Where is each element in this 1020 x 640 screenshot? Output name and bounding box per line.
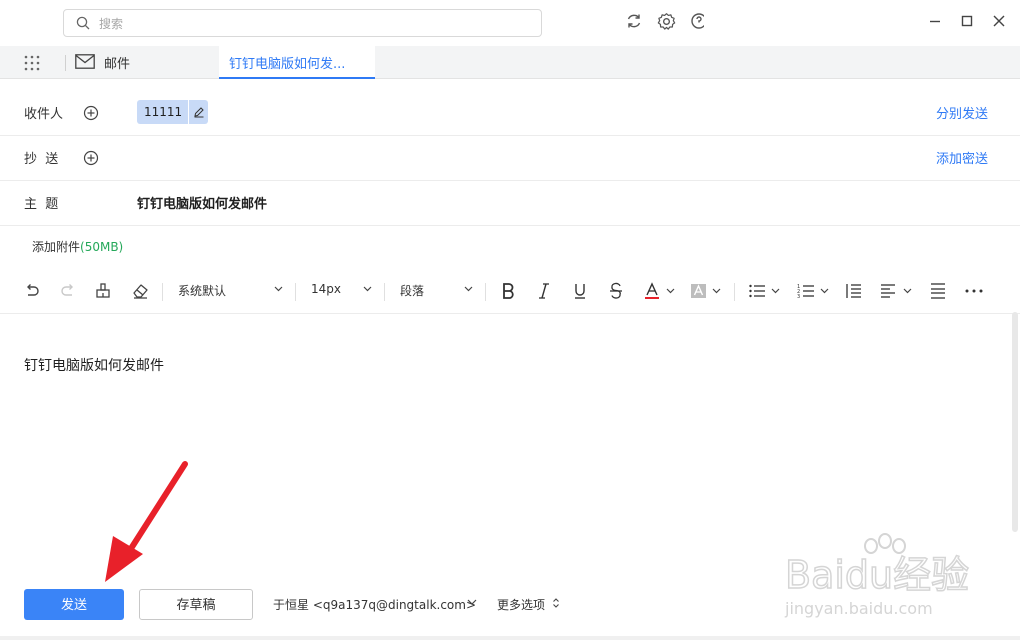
add-cc-icon[interactable]: [83, 150, 99, 166]
minimize-icon[interactable]: [926, 12, 944, 30]
red-arrow-annotation: [105, 461, 188, 582]
paragraph-select[interactable]: 段落: [400, 282, 474, 299]
updown-chevron-icon[interactable]: [552, 597, 560, 609]
footer-divider: [0, 636, 1020, 640]
toolbar-divider: [384, 283, 385, 301]
format-painter-icon[interactable]: [95, 281, 111, 301]
add-attachment-label: 添加附件: [32, 240, 81, 254]
maximize-icon[interactable]: [958, 12, 976, 30]
add-bcc-link[interactable]: 添加密送: [936, 148, 988, 167]
separate-send-link[interactable]: 分别发送: [936, 103, 988, 122]
close-icon[interactable]: [990, 12, 1008, 30]
send-button[interactable]: 发送: [24, 589, 124, 620]
italic-icon[interactable]: [536, 281, 552, 301]
help-icon[interactable]: [690, 12, 704, 32]
strikethrough-icon[interactable]: [608, 281, 624, 301]
numbered-list-icon[interactable]: 123: [797, 281, 831, 301]
tab-compose[interactable]: 钉钉电脑版如何发...: [219, 46, 375, 79]
toolbar-divider: [162, 283, 163, 301]
tab-mail-label: 邮件: [104, 57, 131, 72]
tab-bar: 邮件 钉钉电脑版如何发...: [0, 46, 1020, 79]
font-color-picker[interactable]: [644, 281, 678, 301]
attachment-size-limit: (50MB): [80, 240, 124, 254]
baidu-watermark-logo: Baidu经验 jingyan.baidu.com: [784, 533, 970, 618]
chevron-down-icon: [464, 286, 473, 292]
edit-icon[interactable]: [188, 100, 208, 124]
more-icon[interactable]: [964, 281, 984, 301]
chevron-down-icon: [274, 286, 283, 292]
paragraph-value: 段落: [400, 284, 425, 298]
align-icon[interactable]: [880, 281, 914, 301]
sender-select[interactable]: 于恒星 <q9a137q@dingtalk.com>: [273, 596, 476, 613]
apps-grid-icon[interactable]: [23, 54, 41, 76]
font-size-select[interactable]: 14px: [311, 282, 373, 296]
add-attachment-link[interactable]: 添加附件(50MB): [32, 238, 123, 255]
to-label: 收件人: [24, 107, 64, 122]
title-bar: 搜索: [0, 0, 1020, 46]
search-box[interactable]: 搜索: [63, 9, 542, 37]
subject-label: 主 题: [24, 197, 59, 212]
toolbar-divider: [734, 283, 735, 301]
indent-icon[interactable]: [845, 281, 863, 301]
editor-toolbar: 系统默认 14px 段落 123: [0, 268, 1020, 314]
svg-text:3: 3: [797, 294, 800, 300]
add-recipient-icon[interactable]: [83, 105, 99, 121]
save-draft-button[interactable]: 存草稿: [139, 589, 253, 620]
email-body[interactable]: 钉钉电脑版如何发邮件: [24, 355, 164, 375]
scrollbar[interactable]: [1012, 312, 1018, 532]
mail-icon: [75, 54, 95, 69]
watermark-brand: Baidu经验: [785, 553, 969, 597]
chevron-down-icon: [363, 286, 372, 292]
bold-icon[interactable]: [500, 281, 516, 301]
attachment-row: [0, 226, 1020, 268]
refresh-icon[interactable]: [625, 12, 645, 32]
highlight-color-picker[interactable]: [690, 281, 724, 301]
cc-row: 抄 送 添加密送: [0, 136, 1020, 181]
more-options-link[interactable]: 更多选项: [497, 596, 545, 613]
underline-icon[interactable]: [572, 281, 588, 301]
tab-divider: [65, 55, 66, 71]
cc-label: 抄 送: [24, 152, 59, 167]
toolbar-divider: [485, 283, 486, 301]
font-family-select[interactable]: 系统默认: [178, 282, 284, 299]
search-icon: [76, 16, 90, 30]
subject-input[interactable]: 钉钉电脑版如何发邮件: [137, 193, 267, 212]
toolbar-divider: [295, 283, 296, 301]
undo-icon[interactable]: [24, 281, 40, 301]
line-height-icon[interactable]: [929, 281, 947, 301]
search-placeholder: 搜索: [99, 17, 124, 31]
chevron-down-icon[interactable]: [467, 598, 477, 606]
redo-icon[interactable]: [60, 281, 76, 301]
clear-format-icon[interactable]: [131, 281, 149, 301]
font-size-value: 14px: [311, 282, 341, 296]
font-family-value: 系统默认: [178, 284, 227, 298]
recipient-chip-name: 11111: [144, 105, 183, 119]
watermark-url: jingyan.baidu.com: [784, 599, 933, 618]
tab-compose-label: 钉钉电脑版如何发...: [229, 57, 346, 72]
bullet-list-icon[interactable]: [748, 281, 782, 301]
recipient-chip[interactable]: 11111: [137, 100, 209, 124]
gear-icon[interactable]: [657, 12, 677, 32]
